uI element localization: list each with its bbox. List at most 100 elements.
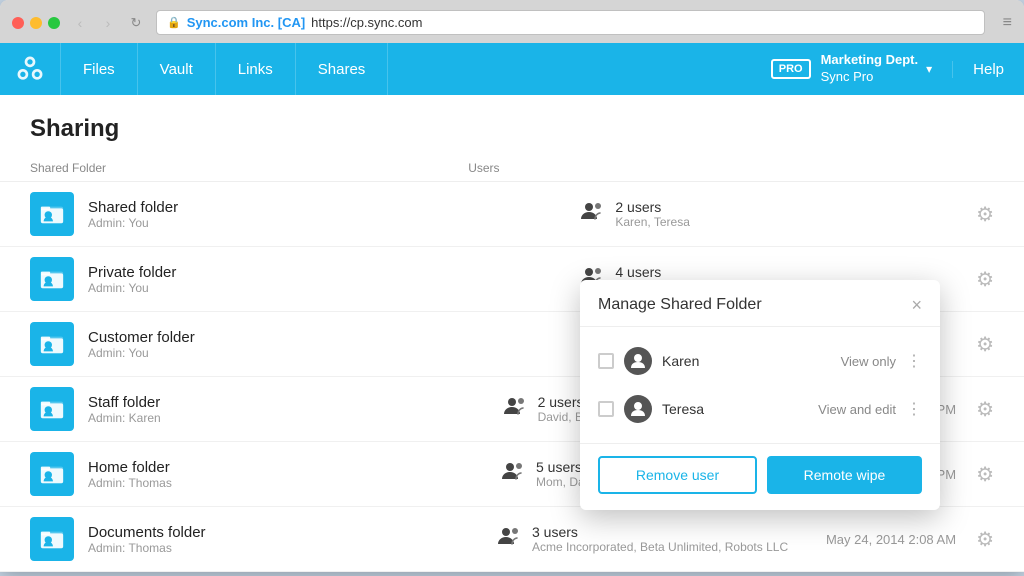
user-avatar [624,395,652,423]
folder-icon [30,322,74,366]
folder-name: Private folder [88,264,581,281]
folder-icon [30,192,74,236]
user-permission: View only [841,354,896,369]
table-header: Shared Folder Users [0,155,1024,182]
user-company: Marketing Dept. [821,52,919,69]
modal-header: Manage Shared Folder × [580,280,940,327]
modal-body: Karen View only ⋮ Teresa View and edit ⋮ [580,327,940,443]
user-avatar [624,347,652,375]
folder-admin: Admin: You [88,346,581,360]
folder-icon [30,257,74,301]
users-count: 2 users [615,199,690,215]
users-text: 3 users Acme Incorporated, Beta Unlimite… [532,524,788,554]
folder-name: Home folder [88,459,502,476]
lock-icon: 🔒 [167,16,181,29]
folder-row: Documents folder Admin: Thomas 3 users A… [0,507,1024,572]
user-name: Karen [662,353,831,369]
pro-badge: PRO [771,59,811,79]
users-count: 3 users [532,524,788,540]
nav-tab-links[interactable]: Links [216,43,296,95]
traffic-lights [12,17,60,29]
folder-name: Customer folder [88,329,581,346]
users-names: Acme Incorporated, Beta Unlimited, Robot… [532,540,788,554]
forward-button[interactable]: › [98,13,118,33]
traffic-light-red[interactable] [12,17,24,29]
user-name: Teresa [662,401,808,417]
folder-info: Shared folder Admin: You [88,199,581,230]
folder-settings-button[interactable]: ⚙ [976,527,994,552]
folder-info: Private folder Admin: You [88,264,581,295]
user-info: Marketing Dept. Sync Pro [821,52,927,86]
folder-date: May 24, 2014 2:08 AM [826,532,956,547]
header-right: PRO Marketing Dept. Sync Pro ▾ Help [771,52,1024,86]
refresh-button[interactable]: ↻ [126,13,146,33]
folder-info: Customer folder Admin: You [88,329,581,360]
folder-icon [30,517,74,561]
folder-icon [30,387,74,431]
traffic-light-yellow[interactable] [30,17,42,29]
users-icon [502,461,526,487]
folder-row: Shared folder Admin: You 2 users Karen, … [0,182,1024,247]
user-checkbox[interactable] [598,401,614,417]
back-button[interactable]: ‹ [70,13,90,33]
folder-icon [30,452,74,496]
users-text: 2 users Karen, Teresa [615,199,690,229]
folder-info: Staff folder Admin: Karen [88,394,504,425]
folder-settings-button[interactable]: ⚙ [976,267,994,292]
folder-settings-button[interactable]: ⚙ [976,332,994,357]
folder-settings-button[interactable]: ⚙ [976,462,994,487]
users-info: 2 users Karen, Teresa [581,199,976,229]
browser-menu-button[interactable]: ≡ [1003,14,1012,32]
col-header-folder: Shared Folder [30,161,468,175]
folder-settings-button[interactable]: ⚙ [976,397,994,422]
user-options-button[interactable]: ⋮ [906,351,922,371]
users-info: 3 users Acme Incorporated, Beta Unlimite… [498,524,826,554]
remove-user-button[interactable]: Remove user [598,456,757,494]
nav-tab-files[interactable]: Files [60,43,138,95]
app-logo [0,53,60,85]
app-header: Files Vault Links Shares PRO Marketing D… [0,43,1024,95]
users-count: 4 users [615,264,765,280]
help-button[interactable]: Help [952,61,1024,78]
browser-titlebar: ‹ › ↻ 🔒 Sync.com Inc. [CA] https://cp.sy… [0,0,1024,43]
content-wrapper: Sharing Shared Folder Users Shared folde… [0,95,1024,572]
remote-wipe-button[interactable]: Remote wipe [767,456,922,494]
user-checkbox[interactable] [598,353,614,369]
folder-info: Home folder Admin: Thomas [88,459,502,490]
user-dropdown-button[interactable]: ▾ [926,62,932,76]
folder-admin: Admin: You [88,281,581,295]
folder-admin: Admin: Thomas [88,541,498,555]
folder-settings-button[interactable]: ⚙ [976,202,994,227]
folder-admin: Admin: Thomas [88,476,502,490]
folder-name: Documents folder [88,524,498,541]
folder-name: Staff folder [88,394,504,411]
user-permission: View and edit [818,402,896,417]
user-options-button[interactable]: ⋮ [906,399,922,419]
nav-tab-vault[interactable]: Vault [138,43,216,95]
browser-window: ‹ › ↻ 🔒 Sync.com Inc. [CA] https://cp.sy… [0,0,1024,572]
traffic-light-green[interactable] [48,17,60,29]
browser-nav: ‹ › ↻ [70,13,146,33]
user-plan: Sync Pro [821,69,919,86]
address-bar[interactable]: 🔒 Sync.com Inc. [CA] https://cp.sync.com [156,10,985,35]
folder-admin: Admin: Karen [88,411,504,425]
col-header-actions [819,161,994,175]
nav-tab-shares[interactable]: Shares [296,43,389,95]
nav-tabs: Files Vault Links Shares [60,43,388,95]
users-icon [498,526,522,552]
col-header-users: Users [468,161,819,175]
modal-footer: Remove user Remote wipe [580,443,940,510]
folder-info: Documents folder Admin: Thomas [88,524,498,555]
modal-user-row: Teresa View and edit ⋮ [580,385,940,433]
address-url: https://cp.sync.com [311,15,422,30]
folder-name: Shared folder [88,199,581,216]
modal-title: Manage Shared Folder [598,296,762,314]
users-icon [581,201,605,227]
modal-close-button[interactable]: × [911,296,922,314]
modal-user-row: Karen View only ⋮ [580,337,940,385]
ca-badge: Sync.com Inc. [CA] [187,15,305,30]
page-title: Sharing [0,95,1024,155]
users-icon [504,396,528,422]
manage-folder-modal: Manage Shared Folder × Karen View only ⋮ [580,280,940,510]
folder-admin: Admin: You [88,216,581,230]
